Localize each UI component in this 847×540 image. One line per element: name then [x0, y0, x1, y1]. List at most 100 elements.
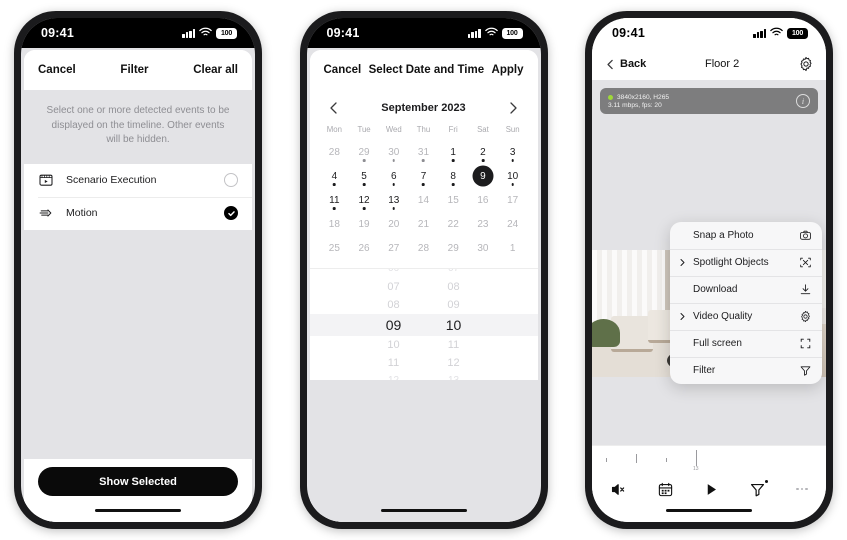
checkbox-motion[interactable] — [224, 206, 238, 220]
context-menu[interactable]: Snap a Photo Spotlight Objects Download Vid… — [670, 222, 822, 384]
calendar-day-cell[interactable]: 20 — [379, 212, 409, 236]
time-picker-option[interactable]: 10 — [446, 314, 462, 336]
context-menu-item-video-quality[interactable]: Video Quality — [670, 303, 822, 330]
time-picker[interactable]: 06 07 08 09 10 11 12 07 08 09 10 11 12 13 — [309, 268, 538, 381]
gear-icon — [799, 310, 812, 323]
context-menu-item-download[interactable]: Download — [670, 276, 822, 303]
calendar-day-cell[interactable]: 30 — [379, 140, 409, 164]
weekday-label: Fri — [448, 125, 458, 134]
calendar-day-cell[interactable]: 2 — [468, 140, 498, 164]
video-stream-area[interactable]: 3840x2160, H265 3.11 mbps, fps: 20 i Sna… — [592, 80, 826, 445]
phone-date-time-screen: 09:41 100 Cancel Select Date and Time Ap… — [299, 11, 548, 529]
time-picker-option[interactable]: 09 — [386, 314, 402, 336]
clear-all-button[interactable]: Clear all — [193, 64, 238, 76]
list-item-motion[interactable]: Motion — [24, 196, 252, 230]
calendar-day-cell[interactable]: 8 — [438, 164, 468, 188]
time-picker-option[interactable]: 07 — [448, 269, 459, 278]
context-menu-item-snap-a-photo[interactable]: Snap a Photo — [670, 222, 822, 249]
time-picker-option[interactable]: 08 — [447, 278, 459, 296]
calendar-day-cell[interactable]: 29 — [349, 140, 379, 164]
context-menu-item-filter[interactable]: Filter — [670, 357, 822, 384]
time-picker-option[interactable]: 08 — [387, 296, 399, 314]
calendar-day-cell[interactable]: 31 — [409, 140, 439, 164]
calendar-day-cell[interactable]: 7 — [409, 164, 439, 188]
time-picker-option[interactable]: 11 — [388, 354, 399, 372]
phone3-screen: 09:41 100 Back Floor 2 3840x2160, H265 3… — [592, 18, 826, 522]
calendar-day-cell[interactable]: 21 — [409, 212, 439, 236]
more-button[interactable] — [796, 487, 808, 491]
chevron-left-icon[interactable] — [326, 100, 342, 116]
cancel-button[interactable]: Cancel — [38, 64, 76, 76]
filter-button[interactable] — [749, 479, 769, 498]
scene-corner-plant — [592, 318, 621, 347]
context-menu-item-label: Download — [693, 284, 738, 295]
cancel-button[interactable]: Cancel — [324, 64, 362, 76]
calendar-day-cell[interactable]: 1 — [438, 140, 468, 164]
battery-icon: 100 — [216, 27, 237, 39]
calendar-day-cell[interactable]: 22 — [438, 212, 468, 236]
calendar-day-cell[interactable]: 28 — [409, 236, 439, 260]
calendar-day-cell[interactable]: 27 — [379, 236, 409, 260]
time-picker-option[interactable]: 07 — [387, 278, 399, 296]
time-picker-option[interactable]: 12 — [388, 372, 399, 381]
calendar-week-row: 25 26 27 28 29 30 1 — [320, 236, 528, 260]
calendar-day-cell[interactable]: 10 — [498, 164, 528, 188]
info-icon[interactable]: i — [796, 94, 810, 108]
motion-icon — [38, 205, 54, 221]
calendar-day-cell[interactable]: 24 — [498, 212, 528, 236]
show-selected-button[interactable]: Show Selected — [38, 467, 238, 496]
time-picker-option[interactable]: 13 — [448, 372, 459, 381]
date-time-sheet-header: Cancel Select Date and Time Apply — [309, 50, 538, 90]
sheet-footer: Show Selected — [24, 459, 252, 506]
time-picker-option[interactable]: 09 — [447, 296, 459, 314]
gear-icon[interactable] — [798, 56, 814, 72]
phone-filter-screen: 09:41 100 Cancel Filter Clear all Select… — [14, 11, 262, 529]
calendar-day-cell[interactable]: 9 — [468, 164, 498, 188]
status-bar: 09:41 100 — [21, 18, 255, 48]
calendar-day-cell[interactable]: 23 — [468, 212, 498, 236]
status-indicators: 100 — [467, 24, 523, 42]
calendar-day-cell[interactable]: 30 — [468, 236, 498, 260]
context-menu-item-full-screen[interactable]: Full screen — [670, 330, 822, 357]
calendar-day-cell[interactable]: 25 — [320, 236, 350, 260]
page-title: Floor 2 — [705, 58, 740, 70]
time-picker-option[interactable]: 12 — [447, 354, 459, 372]
mute-button[interactable] — [610, 481, 627, 498]
status-bar: 09:41 100 — [592, 18, 826, 48]
checkbox-scenario-execution[interactable] — [224, 173, 238, 187]
calendar-day-cell[interactable]: 16 — [468, 188, 498, 212]
home-indicator — [592, 506, 826, 522]
calendar-day-cell[interactable]: 5 — [349, 164, 379, 188]
play-button[interactable] — [704, 482, 719, 497]
time-picker-option[interactable]: 10 — [387, 336, 399, 354]
calendar-day-cell[interactable]: 19 — [349, 212, 379, 236]
calendar-day-cell[interactable]: 18 — [320, 212, 350, 236]
timeline-ruler[interactable]: 13 — [592, 445, 826, 472]
hour-wheel[interactable]: 06 07 08 09 10 11 12 — [377, 269, 411, 381]
filter-sheet-header: Cancel Filter Clear all — [24, 50, 252, 90]
back-button[interactable]: Back — [604, 58, 646, 71]
time-picker-option[interactable]: 06 — [388, 269, 399, 278]
page-title: Select Date and Time — [368, 64, 485, 76]
calendar-day-cell[interactable]: 6 — [379, 164, 409, 188]
calendar-day-cell[interactable]: 11 — [320, 188, 350, 212]
cellular-signal-icon — [753, 28, 766, 38]
calendar-day-cell[interactable]: 15 — [438, 188, 468, 212]
calendar-day-cell[interactable]: 12 — [349, 188, 379, 212]
context-menu-item-spotlight-objects[interactable]: Spotlight Objects — [670, 249, 822, 276]
calendar-day-cell[interactable]: 4 — [320, 164, 350, 188]
calendar-day-cell[interactable]: 28 — [320, 140, 350, 164]
calendar-day-cell[interactable]: 14 — [409, 188, 439, 212]
minute-wheel[interactable]: 07 08 09 10 11 12 13 — [437, 269, 471, 381]
calendar-day-cell[interactable]: 17 — [498, 188, 528, 212]
calendar-day-cell[interactable]: 26 — [349, 236, 379, 260]
calendar-day-cell[interactable]: 13 — [379, 188, 409, 212]
calendar-day-cell[interactable]: 1 — [498, 236, 528, 260]
calendar-day-cell[interactable]: 29 — [438, 236, 468, 260]
calendar-button[interactable] — [657, 481, 674, 498]
chevron-right-icon[interactable] — [505, 100, 521, 116]
list-item-scenario-execution[interactable]: Scenario Execution — [24, 164, 252, 197]
calendar-day-cell[interactable]: 3 — [498, 140, 528, 164]
apply-button[interactable]: Apply — [492, 64, 524, 76]
time-picker-option[interactable]: 11 — [448, 336, 459, 354]
